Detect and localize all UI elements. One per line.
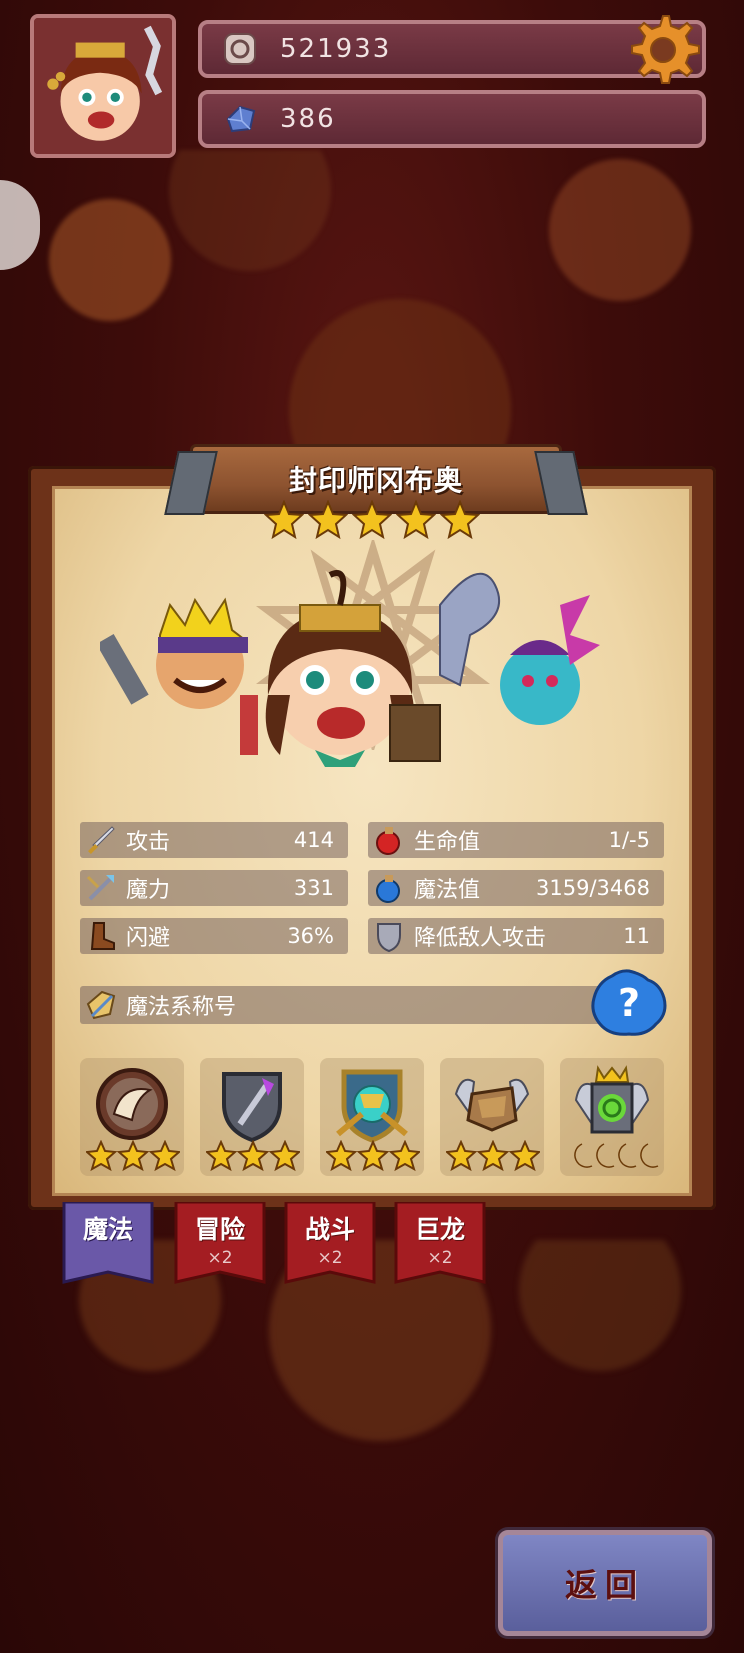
stat-health: 生命值 1/-5 (368, 822, 664, 858)
star-icon (308, 500, 348, 540)
crowned-portal-badge-icon (574, 1065, 650, 1134)
question-icon[interactable]: ? (590, 968, 668, 1038)
gem-counter: 386 (198, 90, 706, 148)
title-badges (80, 1058, 666, 1176)
sword-icon (88, 826, 115, 854)
magic-title-icon (86, 990, 116, 1020)
health-potion-icon (376, 827, 400, 855)
badge-stars (206, 1140, 300, 1172)
svg-text:?: ? (618, 981, 640, 1025)
mana-potion-icon (376, 875, 400, 903)
avatar-portrait-icon (34, 18, 172, 154)
winged-rock-badge-icon (454, 1078, 530, 1132)
back-button-label: 返回 (564, 1566, 645, 1604)
tab-magic[interactable]: 魔法 (62, 1202, 154, 1290)
badge-slot-3[interactable] (320, 1058, 424, 1176)
star-icon (396, 500, 436, 540)
horn-badge-icon (96, 1068, 168, 1140)
tab-battle[interactable]: 战斗 ×2 (284, 1202, 376, 1290)
gold-value: 521933 (280, 34, 392, 64)
back-button[interactable]: 返回 (498, 1530, 712, 1636)
badge-slot-1[interactable] (80, 1058, 184, 1176)
stat-mana: 魔法值 3159/3468 (368, 870, 664, 906)
settings-gear-icon[interactable] (626, 12, 700, 86)
badge-stars (326, 1140, 420, 1172)
coin-icon (224, 33, 256, 65)
player-avatar[interactable] (30, 14, 176, 158)
hero-rank-stars (264, 500, 486, 542)
star-icon (352, 500, 392, 540)
badge-slot-4[interactable] (440, 1058, 544, 1176)
gem-value: 386 (280, 104, 336, 134)
dragon-companion-icon (439, 572, 600, 725)
crossed-staves-badge-icon (336, 1069, 408, 1143)
wand-shield-badge-icon (222, 1072, 282, 1143)
tab-adventure[interactable]: 冒险 ×2 (174, 1202, 266, 1290)
badge-stars (446, 1140, 540, 1172)
badge-moons (574, 1143, 659, 1168)
magic-staff-icon (86, 875, 114, 901)
badge-slot-2[interactable] (200, 1058, 304, 1176)
badge-stars (86, 1140, 180, 1172)
stat-dodge: 闪避 36% (80, 918, 348, 954)
star-icon (264, 500, 304, 540)
tab-dragon[interactable]: 巨龙 ×2 (394, 1202, 486, 1290)
background-foliage (0, 150, 744, 470)
stat-attack: 攻击 414 (80, 822, 348, 858)
stat-magic-power: 魔力 331 (80, 870, 348, 906)
magic-title-row[interactable]: 魔法系称号 (80, 986, 610, 1024)
hero-name: 封印师冈布奥 (288, 464, 463, 497)
shield-icon (377, 923, 401, 953)
knight-companion-icon (100, 597, 248, 709)
stat-reduce-enemy-attack: 降低敌人攻击 11 (368, 918, 664, 954)
seal-master-hero-icon (240, 570, 441, 767)
boot-icon (90, 922, 115, 950)
star-icon (440, 500, 480, 540)
gem-icon (226, 105, 256, 133)
badge-slot-5[interactable] (560, 1058, 664, 1176)
hero-group-illustration (100, 570, 600, 767)
